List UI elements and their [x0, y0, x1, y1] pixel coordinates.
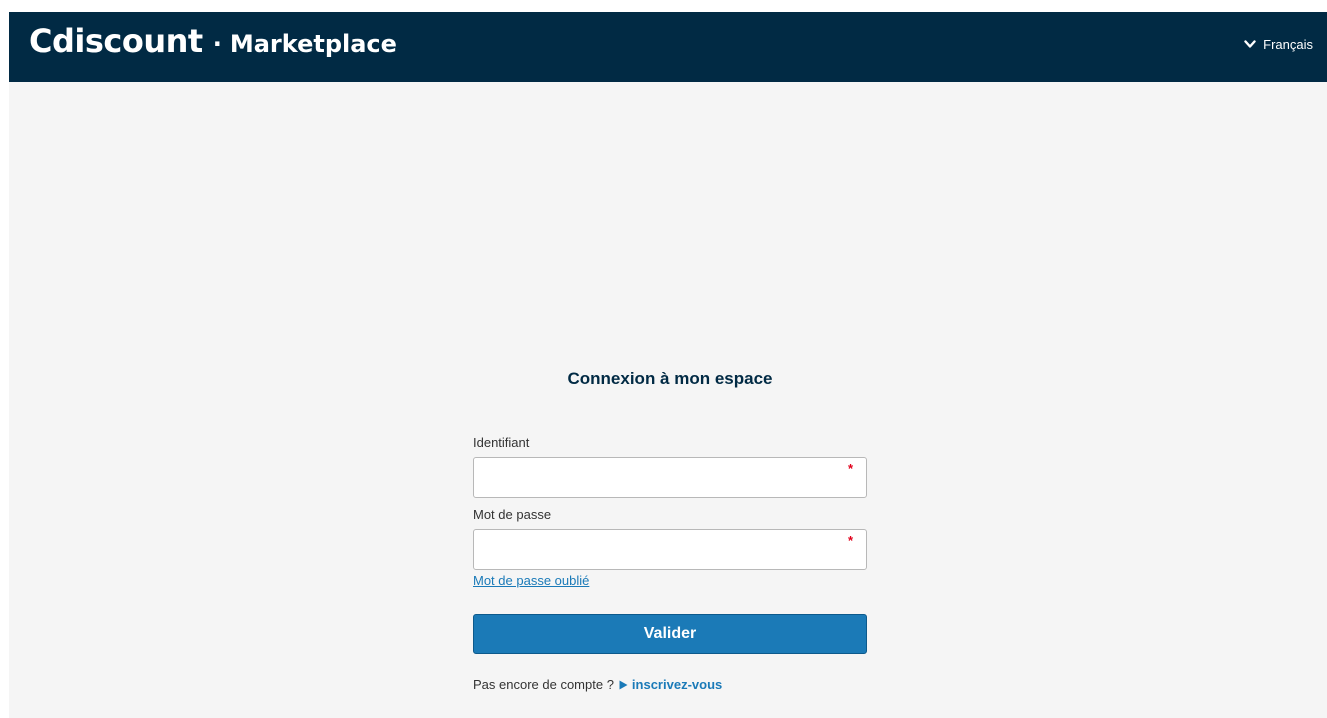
signup-row: Pas encore de compte ? inscrivez-vous: [473, 677, 867, 693]
password-label: Mot de passe: [473, 507, 552, 522]
username-input[interactable]: [473, 457, 867, 498]
signup-link[interactable]: inscrivez-vous: [632, 677, 722, 693]
brand-name: Cdiscount: [29, 22, 203, 60]
page: Cdiscount · Marketplace Français Connexion…: [9, 12, 1327, 718]
play-arrow-icon: [619, 680, 628, 690]
brand-subtitle: Marketplace: [229, 30, 397, 58]
password-field-wrapper: *: [473, 529, 867, 570]
top-header: Cdiscount · Marketplace Français: [9, 12, 1327, 82]
language-selector[interactable]: Français: [1244, 37, 1313, 52]
chevron-down-icon: [1244, 40, 1256, 49]
login-title: Connexion à mon espace: [567, 369, 773, 388]
submit-button[interactable]: Valider: [473, 614, 867, 654]
signup-prompt: Pas encore de compte ?: [473, 677, 614, 692]
language-label: Français: [1263, 37, 1313, 52]
required-marker: *: [847, 461, 853, 476]
brand-logo[interactable]: Cdiscount · Marketplace: [29, 22, 397, 60]
login-form: Connexion à mon espace Identifiant * Mot…: [473, 368, 867, 693]
forgot-password-link[interactable]: Mot de passe oublié: [473, 573, 589, 589]
username-field-wrapper: *: [473, 457, 867, 498]
required-marker: *: [847, 533, 853, 548]
username-label: Identifiant: [473, 435, 530, 450]
password-input[interactable]: [473, 529, 867, 570]
brand-separator: ·: [212, 30, 222, 58]
